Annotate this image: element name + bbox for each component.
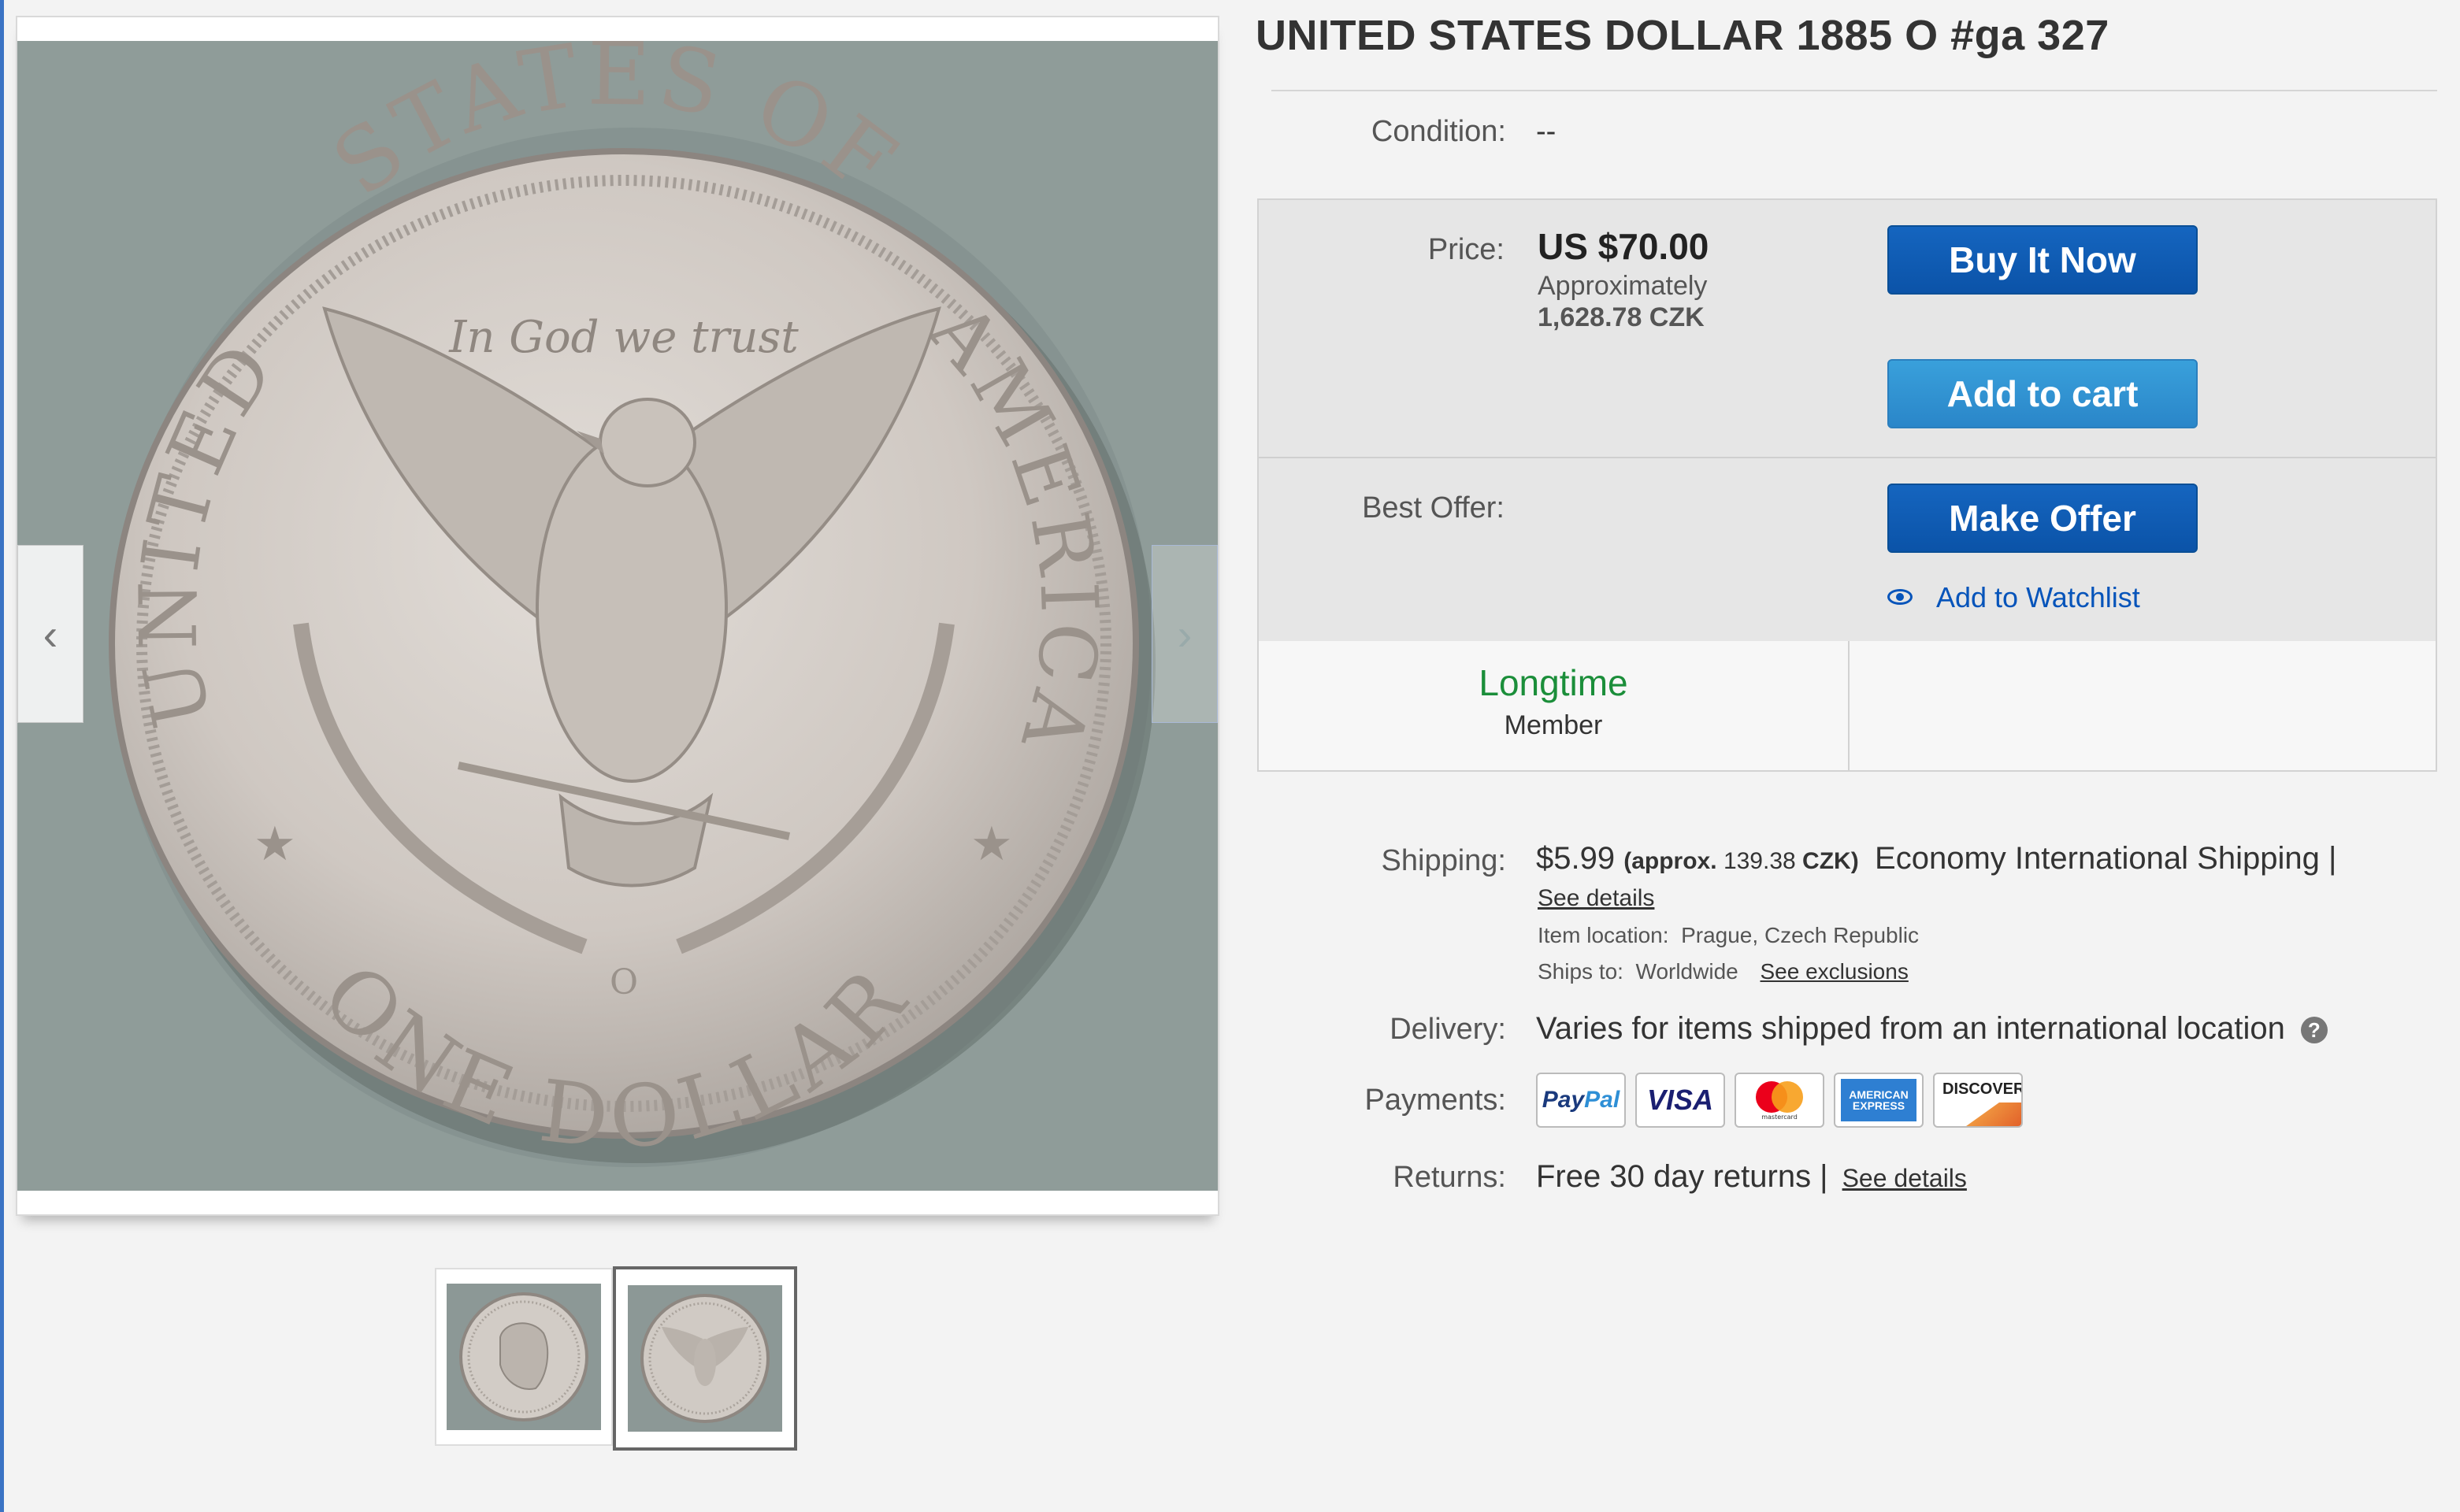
badge-title: Longtime <box>1479 662 1628 703</box>
approx-price: 1,628.78 CZK <box>1538 302 1705 332</box>
delivery-label: Delivery: <box>1390 1013 1506 1046</box>
see-exclusions-link[interactable]: See exclusions <box>1761 959 1909 984</box>
item-location: Item location: Prague, Czech Republic <box>1538 923 1920 947</box>
best-offer-label: Best Offer: <box>1362 491 1505 524</box>
image-viewer: STATES OF UNITED AMERICA ONE DOLLAR In G… <box>16 16 1219 1216</box>
returns-value: Free 30 day returns | See details <box>1536 1159 1967 1194</box>
thumbnail-obverse[interactable] <box>435 1268 613 1446</box>
main-product-image[interactable]: STATES OF UNITED AMERICA ONE DOLLAR In G… <box>17 41 1218 1191</box>
price-label: Price: <box>1427 233 1505 266</box>
listing-title: UNITED STATES DOLLAR 1885 O #ga 327 <box>1256 12 2109 59</box>
seller-badge-row: Longtime Member <box>1259 641 2436 770</box>
purchase-box: Price: US $70.00 Approximately 1,628.78 … <box>1257 198 2437 772</box>
thumbnail-reverse[interactable] <box>613 1266 797 1451</box>
svg-text:O: O <box>610 962 638 1002</box>
next-image-button[interactable]: › <box>1152 545 1218 723</box>
purchase-divider <box>1259 457 2436 458</box>
chevron-right-icon: › <box>1177 609 1193 659</box>
svg-text:mastercard: mastercard <box>1761 1114 1798 1121</box>
badge-subtitle: Member <box>1504 710 1603 740</box>
eye-icon <box>1887 589 1916 606</box>
make-offer-button[interactable]: Make Offer <box>1887 484 2198 553</box>
svg-text:★: ★ <box>254 817 296 872</box>
window-edge <box>0 0 4 1512</box>
thumbnail-image <box>628 1285 782 1432</box>
add-to-cart-button[interactable]: Add to cart <box>1887 359 2198 428</box>
longtime-member-badge: Longtime Member <box>1259 641 1850 770</box>
shipping-summary: $5.99 (approx. 139.38 CZK) Economy Inter… <box>1536 841 2336 876</box>
title-divider <box>1271 90 2437 91</box>
help-icon[interactable]: ? <box>2300 1017 2328 1044</box>
condition-label: Condition: <box>1371 115 1506 148</box>
chevron-left-icon: ‹ <box>43 609 58 659</box>
shipping-see-details-link[interactable]: See details <box>1538 885 1654 912</box>
visa-icon: VISA <box>1635 1073 1725 1128</box>
price-value: US $70.00 <box>1538 226 1709 267</box>
shipping-method: Economy International Shipping | <box>1875 841 2337 876</box>
shipping-approx: (approx. 139.38 CZK) <box>1623 848 1859 874</box>
previous-image-button[interactable]: ‹ <box>17 545 83 723</box>
svg-text:In God we trust: In God we trust <box>448 312 799 363</box>
amex-icon: AMERICAN EXPRESS <box>1834 1073 1924 1128</box>
payments-label: Payments: <box>1364 1084 1506 1117</box>
buy-it-now-button[interactable]: Buy It Now <box>1887 225 2198 295</box>
ships-to: Ships to: Worldwide See exclusions <box>1538 959 1909 984</box>
add-to-watchlist-link[interactable]: Add to Watchlist <box>1887 581 2140 614</box>
shipping-cost: $5.99 <box>1536 841 1616 876</box>
shipping-label: Shipping: <box>1381 844 1506 877</box>
watchlist-label: Add to Watchlist <box>1936 581 2140 613</box>
delivery-value: Varies for items shipped from an interna… <box>1536 1011 2328 1047</box>
mastercard-icon: mastercard <box>1735 1073 1824 1128</box>
thumbnail-strip <box>435 1266 797 1451</box>
thumbnail-image <box>447 1284 601 1430</box>
paypal-icon: PayPal <box>1536 1073 1626 1128</box>
discover-icon: DISCOVER <box>1933 1073 2023 1128</box>
returns-label: Returns: <box>1393 1161 1506 1194</box>
svg-text:★: ★ <box>970 817 1013 872</box>
returns-see-details-link[interactable]: See details <box>1842 1164 1967 1192</box>
condition-value: -- <box>1536 115 1557 148</box>
approx-label: Approximately <box>1538 271 1708 301</box>
payment-methods: PayPal VISA mastercard AMERICAN EXPRESS … <box>1536 1073 2023 1128</box>
